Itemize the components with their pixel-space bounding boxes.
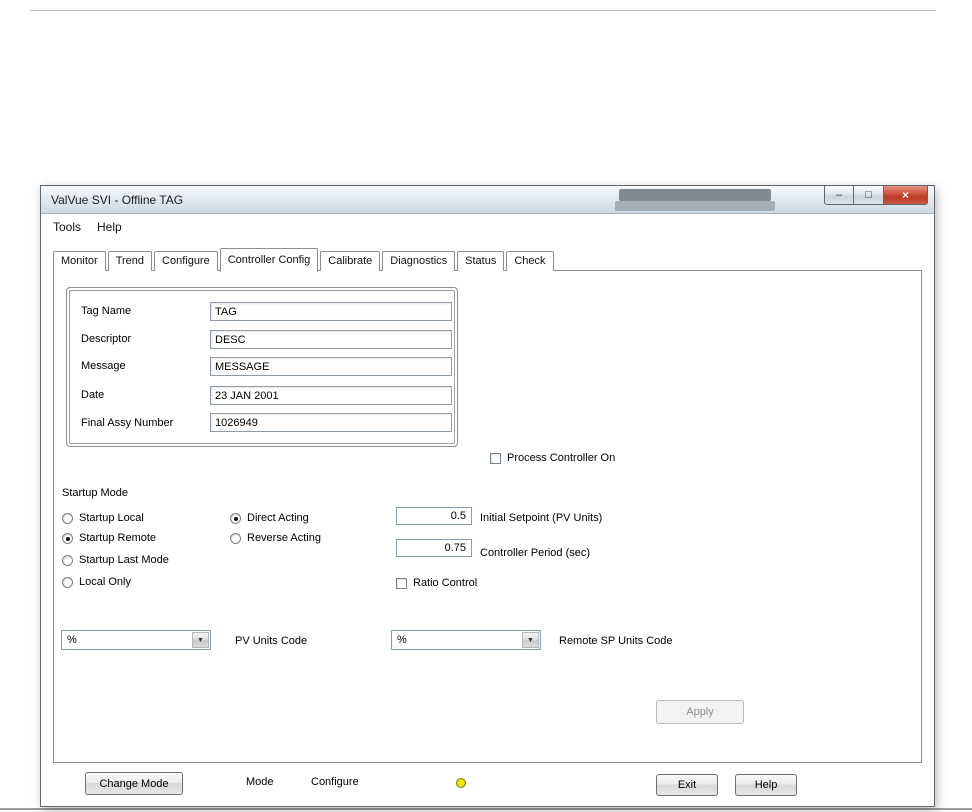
radio-icon: [62, 532, 73, 544]
maximize-button[interactable]: □: [854, 186, 884, 205]
tag-name-field[interactable]: [210, 302, 452, 321]
radio-icon: [62, 576, 73, 588]
tab-diagnostics[interactable]: Diagnostics: [382, 251, 456, 271]
menu-tools[interactable]: Tools: [45, 217, 89, 237]
controller-period-label: Controller Period (sec): [480, 547, 591, 559]
process-controller-checkbox[interactable]: Process Controller On: [490, 452, 615, 464]
controller-period-input[interactable]: [396, 539, 472, 557]
help-button[interactable]: Help: [735, 774, 797, 796]
radio-label: Local Only: [79, 576, 131, 588]
descriptor-field[interactable]: [210, 330, 452, 349]
radio-icon: [230, 512, 241, 524]
remote-sp-units-selected-value: %: [397, 634, 407, 646]
status-indicator-icon: [456, 778, 466, 788]
initial-setpoint-input[interactable]: [396, 507, 472, 525]
background-window-artifact: [615, 201, 775, 211]
controller-config-panel: Tag Name Descriptor Message Date Final A…: [53, 270, 922, 763]
mode-value: Configure: [311, 776, 359, 788]
minimize-button[interactable]: –: [824, 186, 854, 205]
radio-icon: [230, 532, 241, 544]
page-border-bottom: [0, 808, 972, 810]
remote-sp-units-label: Remote SP Units Code: [559, 635, 673, 647]
window-controls: – □ ×: [824, 186, 928, 205]
process-controller-label: Process Controller On: [507, 452, 616, 464]
exit-button[interactable]: Exit: [656, 774, 718, 796]
checkbox-icon: [490, 452, 501, 464]
startup-mode-label: Startup Mode: [62, 487, 129, 499]
radio-label: Startup Last Mode: [79, 554, 169, 566]
window-title: ValVue SVI - Offline TAG: [51, 193, 184, 207]
initial-setpoint-label: Initial Setpoint (PV Units): [480, 512, 603, 524]
tab-trend[interactable]: Trend: [107, 251, 153, 271]
pv-units-label: PV Units Code: [235, 635, 308, 647]
tab-controller-config[interactable]: Controller Config: [219, 248, 319, 272]
radio-label: Startup Local: [79, 512, 144, 524]
maximize-icon: □: [865, 188, 872, 201]
titlebar[interactable]: ValVue SVI - Offline TAG – □ ×: [41, 186, 934, 214]
close-icon: ×: [901, 188, 909, 202]
tab-check[interactable]: Check: [506, 251, 554, 271]
tab-monitor[interactable]: Monitor: [53, 251, 106, 271]
radio-icon: [62, 554, 73, 566]
page-border-top: [30, 10, 936, 11]
chevron-down-icon: ▼: [527, 636, 534, 644]
remote-sp-units-dropdown-button[interactable]: ▼: [522, 632, 539, 648]
radio-label: Startup Remote: [79, 532, 157, 544]
apply-button[interactable]: Apply: [656, 700, 744, 724]
date-field[interactable]: [210, 386, 452, 405]
ratio-control-checkbox[interactable]: Ratio Control: [396, 577, 477, 589]
valvue-window: ValVue SVI - Offline TAG – □ × Tools Hel…: [40, 185, 935, 807]
radio-direct-acting[interactable]: Direct Acting: [230, 512, 309, 524]
menubar: Tools Help: [41, 215, 934, 238]
radio-label: Direct Acting: [247, 512, 309, 524]
tab-configure[interactable]: Configure: [154, 251, 218, 271]
chevron-down-icon: ▼: [197, 636, 204, 644]
radio-startup-remote[interactable]: Startup Remote: [62, 532, 156, 544]
pv-units-dropdown-button[interactable]: ▼: [192, 632, 209, 648]
tab-status[interactable]: Status: [457, 251, 505, 271]
tabstrip: Monitor Trend Configure Controller Confi…: [53, 247, 556, 272]
device-info-groupbox: Tag Name Descriptor Message Date Final A…: [66, 287, 458, 447]
message-field[interactable]: [210, 357, 452, 376]
pv-units-combo[interactable]: % ▼: [61, 630, 211, 650]
tab-calibrate[interactable]: Calibrate: [320, 251, 381, 271]
message-label: Message: [81, 360, 126, 372]
minimize-icon: –: [835, 188, 843, 201]
radio-local-only[interactable]: Local Only: [62, 576, 131, 588]
radio-startup-last-mode[interactable]: Startup Last Mode: [62, 554, 169, 566]
checkbox-icon: [396, 577, 407, 589]
ratio-control-label: Ratio Control: [413, 577, 478, 589]
menu-help[interactable]: Help: [89, 217, 130, 237]
remote-sp-units-combo[interactable]: % ▼: [391, 630, 541, 650]
final-assy-number-field[interactable]: [210, 413, 452, 432]
final-assy-number-label: Final Assy Number: [81, 417, 174, 429]
change-mode-button[interactable]: Change Mode: [85, 772, 183, 795]
tag-name-label: Tag Name: [81, 305, 132, 317]
pv-units-selected-value: %: [67, 634, 77, 646]
radio-reverse-acting[interactable]: Reverse Acting: [230, 532, 321, 544]
mode-label: Mode: [246, 776, 274, 788]
radio-icon: [62, 512, 73, 524]
close-button[interactable]: ×: [884, 186, 928, 205]
background-window-artifact: [619, 189, 771, 201]
descriptor-label: Descriptor: [81, 333, 132, 345]
date-label: Date: [81, 389, 105, 401]
radio-startup-local[interactable]: Startup Local: [62, 512, 144, 524]
radio-label: Reverse Acting: [247, 532, 321, 544]
